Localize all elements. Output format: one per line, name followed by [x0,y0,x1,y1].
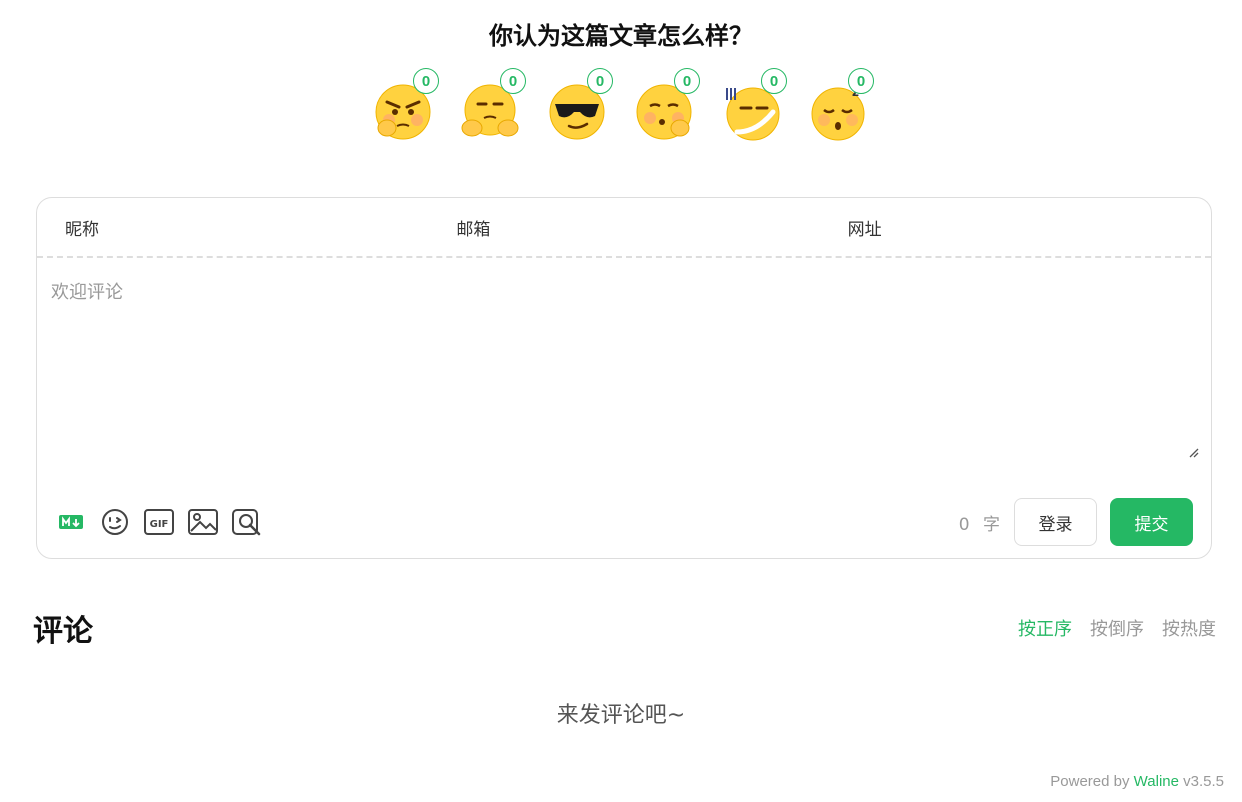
login-button[interactable]: 登录 [1014,498,1097,546]
reaction-item[interactable]: 0 [545,68,613,144]
reaction-item[interactable]: 0 [719,68,787,144]
nick-field[interactable]: 昵称 [37,198,429,256]
resize-handle-icon[interactable] [1187,446,1199,458]
reaction-count: 0 [761,68,787,94]
markdown-tool[interactable] [55,506,87,538]
comment-editor[interactable]: 欢迎评论 [51,278,1201,458]
mail-field[interactable]: 邮箱 [428,198,820,256]
reaction-item[interactable]: 0 [371,68,439,144]
sort-descending[interactable]: 按倒序 [1090,615,1144,641]
reaction-item[interactable]: 0 [632,68,700,144]
gif-tool[interactable]: GIF [143,506,175,538]
reaction-count: 0 [587,68,613,94]
reaction-item[interactable]: z z 0 [806,68,874,144]
word-counter: 0 字 [959,510,1000,535]
comment-form: 昵称 邮箱 网址 欢迎评论 GIF 0 字 登录 提交 [36,197,1212,559]
image-icon [188,509,218,535]
reaction-count: 0 [674,68,700,94]
editor-toolbar: GIF [55,506,263,538]
editor-placeholder: 欢迎评论 [51,282,123,303]
form-header: 昵称 邮箱 网址 [37,198,1211,258]
version-text: v3.5.5 [1178,773,1224,790]
reaction-title: 你认为这篇文章怎么样？ [489,22,753,50]
mail-label: 邮箱 [456,219,491,240]
link-field[interactable]: 网址 [820,198,1211,256]
nick-label: 昵称 [65,219,99,240]
mail-input[interactable] [498,217,820,237]
reaction-count: 0 [848,68,874,94]
nick-input[interactable] [107,217,429,237]
powered-prefix: Powered by [1050,773,1134,790]
submit-button[interactable]: 提交 [1110,498,1193,546]
image-tool[interactable] [187,506,219,538]
svg-text:GIF: GIF [150,519,169,530]
link-input[interactable] [889,217,1211,237]
reaction-count: 0 [413,68,439,94]
reaction-list: 0 0 0 0 0 0 [371,68,874,144]
word-count: 0 [958,514,970,535]
link-label: 网址 [847,219,882,240]
preview-icon [232,509,261,536]
empty-comments-text: 来发评论吧~ [556,703,686,728]
powered-by: Powered by Waline v3.5.5 [1050,773,1224,790]
emoji-tool[interactable] [99,506,131,538]
markdown-icon [59,515,83,529]
comments-title: 评论 [33,614,93,649]
gif-icon: GIF [144,509,174,535]
emoji-icon [102,509,128,535]
preview-tool[interactable] [231,506,263,538]
form-footer: GIF 0 字 登录 提交 [37,498,1211,546]
sort-ascending[interactable]: 按正序 [1018,615,1072,641]
word-unit: 字 [983,514,1000,535]
sort-options: 按正序 按倒序 按热度 [1018,615,1216,641]
reaction-item[interactable]: 0 [458,68,526,144]
reaction-count: 0 [500,68,526,94]
sort-hottest[interactable]: 按热度 [1162,615,1216,641]
waline-link[interactable]: Waline [1134,773,1179,790]
